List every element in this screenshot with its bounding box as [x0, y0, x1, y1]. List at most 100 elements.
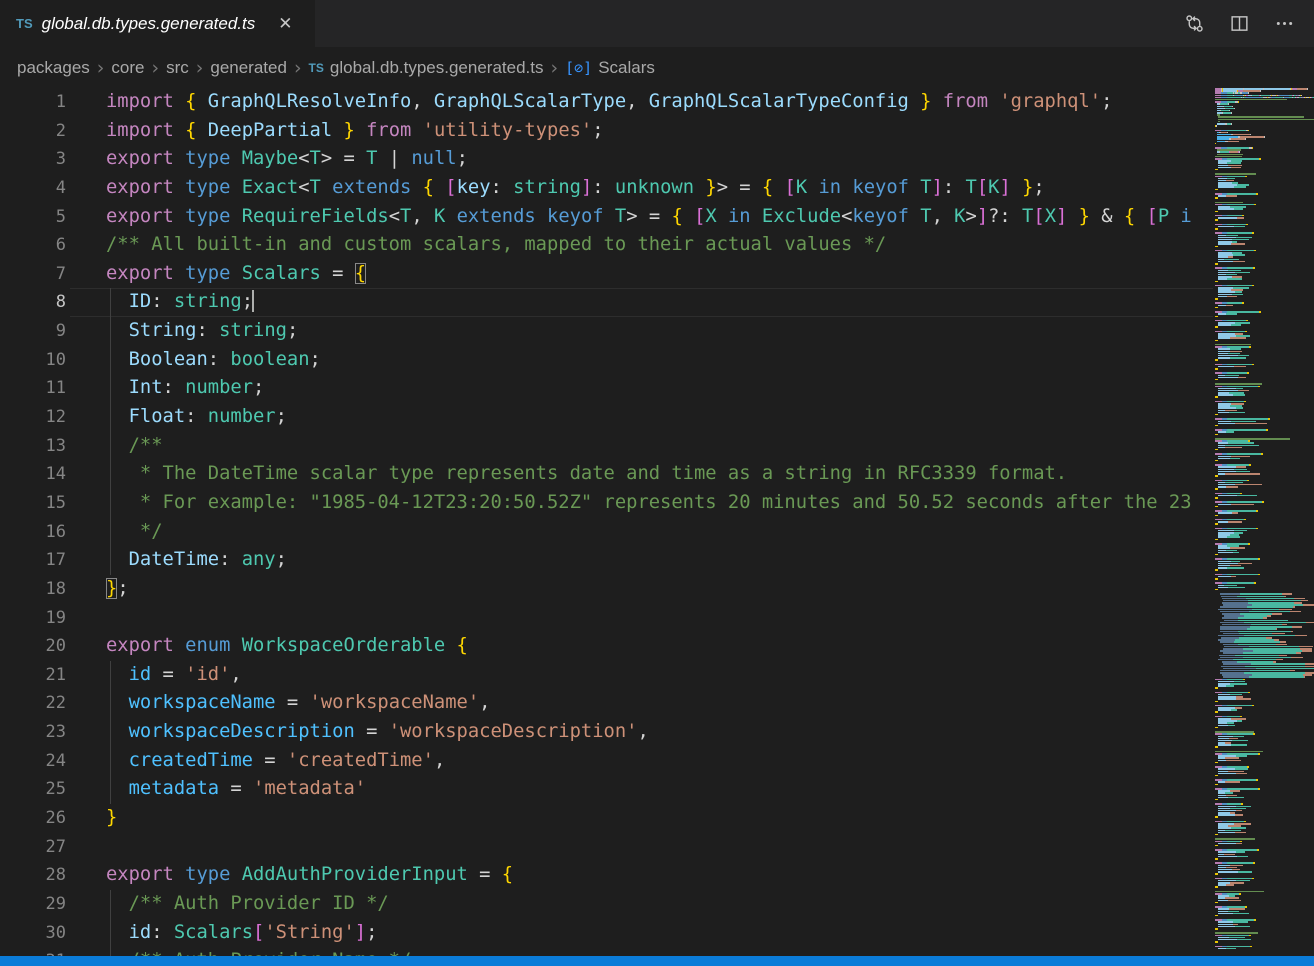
code-token	[332, 120, 343, 141]
tab-global-db-types[interactable]: TS global.db.types.generated.ts ✕	[0, 0, 315, 47]
code-line[interactable]: 26}	[0, 804, 1213, 833]
line-number: 10	[0, 346, 70, 375]
close-tab-icon[interactable]: ✕	[274, 13, 296, 35]
code-token: =	[355, 721, 378, 742]
code-token: {	[185, 91, 196, 112]
code-token: 'createdTime'	[276, 750, 434, 771]
minimap[interactable]	[1213, 88, 1314, 956]
line-number: 11	[0, 374, 70, 403]
code-line[interactable]: 29 /** Auth Provider ID */	[0, 890, 1213, 919]
breadcrumb-label: packages	[17, 58, 90, 78]
code-token	[683, 206, 694, 227]
code-line[interactable]: 16 */	[0, 518, 1213, 547]
code-token: 'utility-types'	[411, 120, 592, 141]
breadcrumb-item-src[interactable]: src	[166, 58, 189, 78]
code-token: export	[106, 263, 174, 284]
code-line-content: * For example: "1985-04-12T23:20:50.52Z"…	[70, 489, 1213, 518]
code-token: {	[762, 177, 773, 198]
code-line[interactable]: 24 createdTime = 'createdTime',	[0, 747, 1213, 776]
line-number: 23	[0, 718, 70, 747]
line-number: 27	[0, 833, 70, 862]
indent-guide-line	[110, 775, 111, 804]
line-number: 7	[0, 260, 70, 289]
code-token: ;	[457, 148, 468, 169]
code-line-content: export enum WorkspaceOrderable {	[70, 632, 1213, 661]
editor[interactable]: 1import { GraphQLResolveInfo, GraphQLSca…	[0, 88, 1213, 956]
code-line[interactable]: 12 Float: number;	[0, 403, 1213, 432]
code-token: 'workspaceDescription'	[377, 721, 637, 742]
code-token: /**	[106, 435, 163, 456]
line-number: 21	[0, 661, 70, 690]
code-line[interactable]: 14 * The DateTime scalar type represents…	[0, 460, 1213, 489]
code-token: DeepPartial	[196, 120, 332, 141]
code-line[interactable]: 3export type Maybe<T> = T | null;	[0, 145, 1213, 174]
code-line[interactable]: 7export type Scalars = {	[0, 260, 1213, 289]
breadcrumb-item-packages[interactable]: packages	[17, 58, 90, 78]
code-line[interactable]: 5export type RequireFields<T, K extends …	[0, 203, 1213, 232]
code-line[interactable]: 1import { GraphQLResolveInfo, GraphQLSca…	[0, 88, 1213, 117]
indent-guide-line	[110, 346, 111, 375]
tab-bar: TS global.db.types.generated.ts ✕	[0, 0, 1314, 47]
code-token: T	[310, 177, 321, 198]
code-token: Scalars	[230, 263, 320, 284]
code-token: =	[276, 692, 299, 713]
code-line[interactable]: 18};	[0, 575, 1213, 604]
code-line[interactable]: 19	[0, 604, 1213, 633]
vscode-window: TS global.db.types.generated.ts ✕	[0, 0, 1314, 966]
code-token: <	[298, 177, 309, 198]
line-number: 22	[0, 689, 70, 718]
line-number: 15	[0, 489, 70, 518]
more-actions-icon[interactable]	[1275, 14, 1294, 33]
code-line[interactable]: 9 String: string;	[0, 317, 1213, 346]
code-token: 'metadata'	[242, 778, 366, 799]
code-line[interactable]: 6/** All built-in and custom scalars, ma…	[0, 231, 1213, 260]
code-line[interactable]: 28export type AddAuthProviderInput = {	[0, 861, 1213, 890]
code-token: >	[966, 206, 977, 227]
code-token: type	[174, 206, 231, 227]
code-line[interactable]: 25 metadata = 'metadata'	[0, 775, 1213, 804]
code-line[interactable]: 15 * For example: "1985-04-12T23:20:50.5…	[0, 489, 1213, 518]
open-changes-icon[interactable]	[1185, 14, 1204, 33]
code-token	[1135, 206, 1146, 227]
code-token: metadata	[106, 778, 219, 799]
breadcrumb-item-core[interactable]: core	[111, 58, 144, 78]
line-number: 19	[0, 604, 70, 633]
code-line[interactable]: 21 id = 'id',	[0, 661, 1213, 690]
code-line[interactable]: 10 Boolean: boolean;	[0, 346, 1213, 375]
code-line[interactable]: 4export type Exact<T extends { [key: str…	[0, 174, 1213, 203]
breadcrumb-item-generated[interactable]: generated	[210, 58, 287, 78]
code-token: {	[423, 177, 434, 198]
code-token	[490, 864, 501, 885]
code-line[interactable]: 17 DateTime: any;	[0, 546, 1213, 575]
code-token: }	[106, 578, 117, 599]
line-number: 31	[0, 947, 70, 956]
split-editor-icon[interactable]	[1230, 14, 1249, 33]
code-line-content: * The DateTime scalar type represents da…	[70, 460, 1213, 489]
code-line[interactable]: 31 /** Auth Provider Name */	[0, 947, 1213, 956]
breadcrumb-label: Scalars	[598, 58, 655, 78]
code-line[interactable]: 30 id: Scalars['String'];	[0, 919, 1213, 948]
code-token: T	[909, 206, 932, 227]
code-line[interactable]: 20export enum WorkspaceOrderable {	[0, 632, 1213, 661]
code-line[interactable]: 11 Int: number;	[0, 374, 1213, 403]
minimap-segment	[1218, 948, 1226, 950]
breadcrumb-item-global-db-types-generated-ts[interactable]: TSglobal.db.types.generated.ts	[309, 58, 544, 78]
code-line[interactable]: 8 ID: string;	[0, 288, 1213, 317]
code-line[interactable]: 13 /**	[0, 432, 1213, 461]
code-token	[660, 206, 671, 227]
code-token: Maybe	[230, 148, 298, 169]
breadcrumb-item-scalars[interactable]: [⊘]Scalars	[565, 58, 655, 78]
code-line-content: }	[70, 804, 1213, 833]
code-line-content: export type Exact<T extends { [key: stri…	[70, 174, 1213, 203]
code-token: GraphQLResolveInfo	[196, 91, 411, 112]
code-line-content: /**	[70, 432, 1213, 461]
code-line[interactable]: 22 workspaceName = 'workspaceName',	[0, 689, 1213, 718]
code-line[interactable]: 2import { DeepPartial } from 'utility-ty…	[0, 117, 1213, 146]
line-number: 26	[0, 804, 70, 833]
code-token: extends	[445, 206, 535, 227]
code-line[interactable]: 27	[0, 833, 1213, 862]
code-line[interactable]: 23 workspaceDescription = 'workspaceDesc…	[0, 718, 1213, 747]
code-token: any	[230, 549, 275, 570]
code-token: T	[1011, 206, 1034, 227]
breadcrumb-separator: ›	[144, 57, 166, 79]
